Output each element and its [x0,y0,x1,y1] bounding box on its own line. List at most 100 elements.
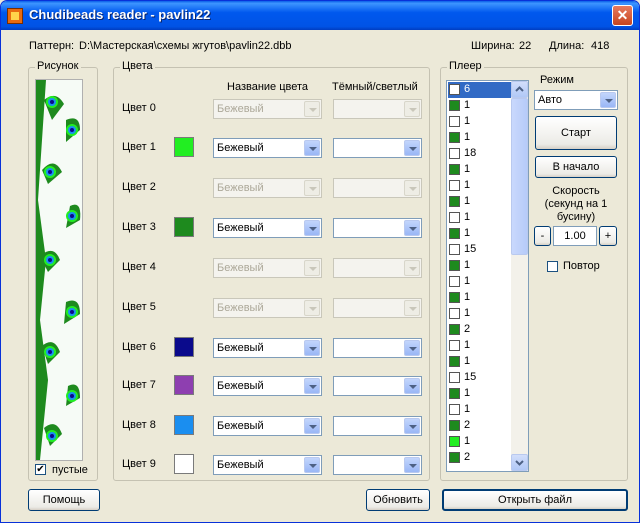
list-item[interactable]: 1 [448,162,512,178]
bead-color-square [449,340,460,351]
shade-select[interactable] [333,258,422,278]
preview-group-title: Рисунок [35,60,81,72]
list-item[interactable]: 2 [448,322,512,338]
list-item[interactable]: 1 [448,354,512,370]
shade-select[interactable] [333,218,422,238]
list-item[interactable]: 1 [448,178,512,194]
color-row-label: Цвет 3 [122,221,156,233]
color-name-select[interactable]: Бежевый [213,258,322,278]
color-name-select[interactable]: Бежевый [213,99,322,119]
bead-count: 1 [464,179,471,191]
list-item[interactable]: 2 [448,450,512,466]
bead-count: 1 [464,387,471,399]
pattern-path: D:\Мастерская\схемы жгутов\pavlin22.dbb [79,40,292,52]
list-item[interactable]: 1 [448,210,512,226]
speed-increase-button[interactable]: + [599,226,617,246]
color-swatch[interactable] [174,137,194,157]
bead-color-square [449,420,460,431]
bead-color-square [449,132,460,143]
list-item[interactable]: 1 [448,274,512,290]
shade-select[interactable] [333,455,422,475]
color-name-value: Бежевый [217,380,264,392]
list-item[interactable]: 1 [448,386,512,402]
list-item[interactable]: 15 [448,370,512,386]
repeat-checkbox[interactable] [547,261,558,272]
color-row-label: Цвет 9 [122,458,156,470]
color-swatch[interactable] [174,454,194,474]
color-name-select[interactable]: Бежевый [213,298,322,318]
shade-select[interactable] [333,338,422,358]
color-name-header: Название цвета [227,81,309,93]
mode-label: Режим [540,74,574,86]
list-item[interactable]: 18 [448,146,512,162]
shade-select[interactable] [333,298,422,318]
title-bar[interactable]: Chudibeads reader - pavlin22 ✕ [1,1,639,30]
scroll-thumb[interactable] [511,98,528,255]
bead-count: 2 [464,419,471,431]
bead-count: 1 [464,227,471,239]
list-item[interactable]: 6 [448,82,512,98]
shade-select[interactable] [333,99,422,119]
color-name-select[interactable]: Бежевый [213,138,322,158]
color-name-select[interactable]: Бежевый [213,178,322,198]
bead-count: 15 [464,243,477,255]
bead-sequence-list[interactable]: 6 1 1 1 18 1 1 1 1 1 15 1 1 1 1 2 1 1 15 1 1 2 1 2 [446,80,529,472]
shade-select[interactable] [333,376,422,396]
color-row-label: Цвет 5 [122,301,156,313]
bead-color-square [449,452,460,463]
color-name-value: Бежевый [217,222,264,234]
color-swatch[interactable] [174,337,194,357]
app-window: Chudibeads reader - pavlin22 ✕ Паттерн: … [0,0,640,523]
color-name-select[interactable]: Бежевый [213,376,322,396]
color-swatch[interactable] [174,415,194,435]
color-name-select[interactable]: Бежевый [213,338,322,358]
color-name-value: Бежевый [217,459,264,471]
color-swatch[interactable] [174,375,194,395]
bead-color-square [449,356,460,367]
reset-button[interactable]: В начало [535,156,617,178]
chevron-down-icon [404,260,420,276]
open-file-button[interactable]: Открыть файл [442,489,628,511]
list-item[interactable]: 1 [448,290,512,306]
bead-count: 1 [464,259,471,271]
color-name-select[interactable]: Бежевый [213,416,322,436]
help-button[interactable]: Помощь [28,489,100,511]
list-item[interactable]: 1 [448,434,512,450]
refresh-button[interactable]: Обновить [366,489,430,511]
list-scrollbar[interactable] [511,81,528,471]
speed-decrease-button[interactable]: - [534,226,551,246]
color-name-value: Бежевый [217,182,264,194]
list-item[interactable]: 1 [448,130,512,146]
list-item[interactable]: 15 [448,242,512,258]
empty-checkbox[interactable]: ✔ [35,464,46,475]
color-name-select[interactable]: Бежевый [213,455,322,475]
list-item[interactable]: 1 [448,114,512,130]
list-item[interactable]: 1 [448,226,512,242]
length-value: 418 [591,40,610,52]
list-item[interactable]: 2 [448,418,512,434]
color-swatch[interactable] [174,217,194,237]
list-item[interactable]: 1 [448,338,512,354]
list-item[interactable]: 1 [448,98,512,114]
list-item[interactable]: 1 [448,258,512,274]
color-name-select[interactable]: Бежевый [213,218,322,238]
list-item[interactable]: 1 [448,402,512,418]
start-button[interactable]: Старт [535,116,617,150]
chevron-down-icon [404,101,420,117]
scroll-down-button[interactable] [511,454,528,471]
speed-input[interactable]: 1.00 [553,226,597,246]
list-item[interactable]: 1 [448,306,512,322]
scroll-up-button[interactable] [511,81,528,98]
length-label: Длина: [549,40,585,52]
speed-label-line2: (секунд на 1 [544,198,608,210]
color-name-value: Бежевый [217,142,264,154]
shade-select[interactable] [333,138,422,158]
shade-select[interactable] [333,416,422,436]
close-button[interactable]: ✕ [612,5,633,26]
bead-count: 1 [464,163,471,175]
mode-select[interactable]: Авто [534,90,618,110]
list-item[interactable]: 1 [448,194,512,210]
bead-color-square [449,244,460,255]
chevron-down-icon [304,220,320,236]
shade-select[interactable] [333,178,422,198]
